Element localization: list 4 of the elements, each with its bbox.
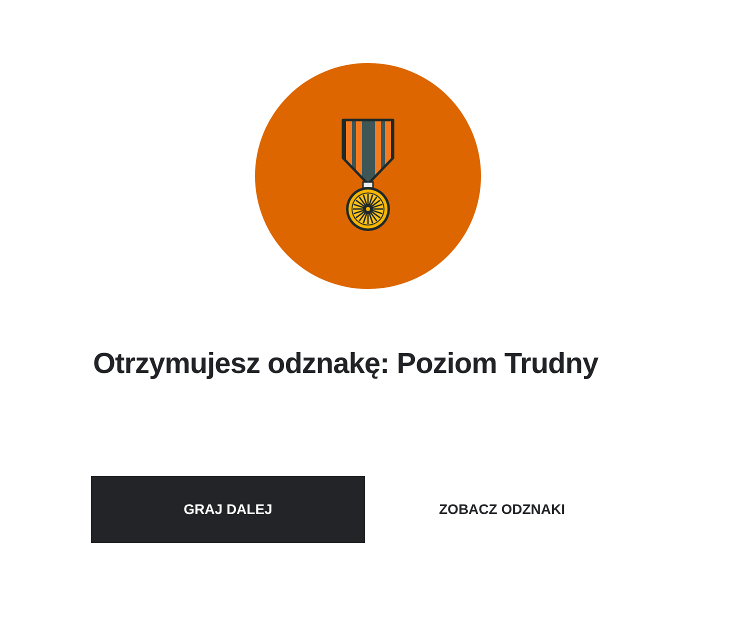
- continue-button[interactable]: GRAJ DALEJ: [91, 476, 365, 543]
- badge-title: Otrzymujesz odznakę: Poziom Trudny: [92, 347, 600, 382]
- medal-icon: [341, 118, 395, 234]
- view-badges-button[interactable]: ZOBACZ ODZNAKI: [365, 476, 639, 543]
